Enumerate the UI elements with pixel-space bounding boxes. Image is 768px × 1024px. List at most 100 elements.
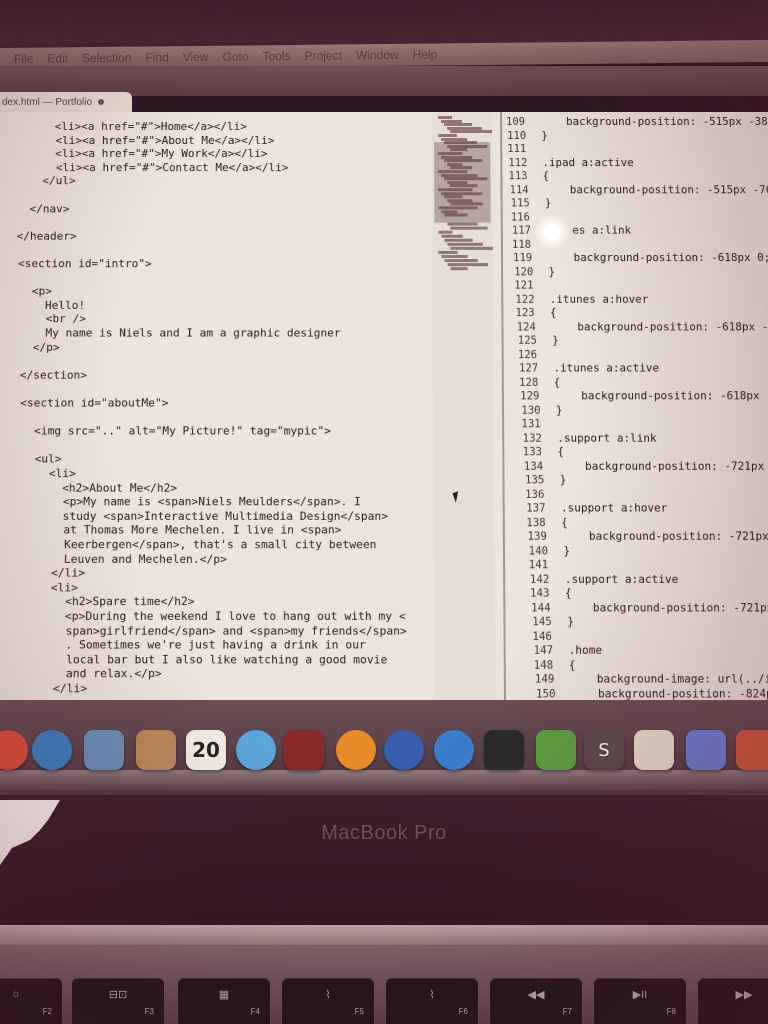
code-line: Keerbergen</span>, that's a small city b… (9, 537, 377, 552)
code-line: Hello! (4, 298, 86, 312)
ibooks-icon[interactable] (336, 730, 376, 770)
minimap-line (447, 126, 483, 130)
photo-booth-icon[interactable] (284, 730, 324, 770)
css-line: .itunes a:hover (549, 292, 649, 306)
screen-bezel (0, 795, 768, 925)
itunes-icon[interactable] (384, 730, 424, 770)
textedit-icon[interactable] (634, 730, 674, 770)
line-number: 123 (515, 306, 535, 320)
menu-item-project[interactable]: Project (305, 48, 342, 62)
menu-item-tools[interactable]: Tools (263, 49, 291, 63)
minimap-line (447, 242, 483, 246)
instruments-icon[interactable] (484, 730, 524, 770)
key-glyph-icon: ⊟⊡ (108, 989, 128, 1001)
css-line: .ipad a:active (542, 155, 634, 169)
line-number: 136 (525, 488, 545, 501)
css-line: { (542, 169, 550, 183)
evernote-icon[interactable] (536, 730, 576, 770)
key-label: F6 (458, 1007, 468, 1016)
css-line: { (561, 515, 568, 529)
code-line: Leuven and Mechelen.</p> (9, 551, 227, 566)
code-line: </header> (3, 229, 77, 243)
minimap-line (450, 267, 468, 271)
safari-icon[interactable] (32, 730, 72, 770)
code-line: </li> (10, 566, 86, 580)
code-line: <p>My name is <span>Niels Meulders</span… (8, 495, 361, 509)
key-label: F5 (354, 1007, 364, 1016)
line-number: 121 (514, 279, 534, 292)
menu-item-goto[interactable]: Goto (223, 49, 249, 63)
minimap-line (444, 123, 473, 127)
line-number: 126 (517, 348, 538, 361)
minimap-viewport[interactable] (434, 142, 491, 223)
line-number: 116 (510, 210, 530, 224)
minimap-line (441, 119, 463, 123)
sublime-text-icon[interactable]: S (584, 730, 624, 770)
line-number: 148 (533, 658, 554, 672)
menu-item-window[interactable]: Window (356, 48, 399, 62)
menu-item-view[interactable]: View (183, 50, 209, 64)
code-line: at Thomas More Mechelen. I live in <span… (8, 523, 342, 538)
line-number: 150 (535, 687, 556, 701)
editor-tab-label: dex.html — Portfolio (2, 97, 93, 108)
mail-stamp-icon[interactable] (84, 730, 124, 770)
line-number: 147 (533, 644, 554, 658)
menu-item-help[interactable]: Help (413, 47, 438, 61)
contacts-icon[interactable] (136, 730, 176, 770)
photo-scene: File Edit Selection Find View Goto Tools Projec… (0, 0, 768, 1024)
code-editor: <li><a href="#">Home</a></li> <li><a hre… (0, 112, 768, 720)
css-pane[interactable]: 109 110 111 112 113 114 115 116 117 118 119 120 121 1… (502, 112, 768, 720)
app-store-icon[interactable] (434, 730, 474, 770)
css-line: background-image: url(../im (569, 671, 768, 686)
minimap[interactable] (432, 112, 496, 720)
css-line: background-position: -618px -3 (550, 319, 768, 334)
line-number: 133 (522, 445, 543, 459)
line-number: 120 (514, 265, 534, 278)
code-line: <p>During the weekend I love to hang out… (10, 609, 406, 624)
numbers-icon[interactable] (736, 730, 768, 770)
code-line: <li> (8, 466, 77, 481)
key-glyph-icon: ◀◀ (527, 989, 545, 1001)
messages-icon[interactable] (236, 730, 276, 770)
function-key-f2[interactable]: ☼ F2 (0, 978, 62, 1024)
code-line: <li><a href="#">My Work</a></li> (1, 147, 268, 161)
key-glyph-icon: ⌇ (429, 989, 435, 1001)
minimap-line (438, 133, 458, 138)
line-number: 124 (516, 320, 536, 334)
code-line: </ul> (2, 174, 76, 188)
code-line: <li><a href="#">Home</a></li> (1, 119, 247, 133)
menu-item-selection[interactable]: Selection (82, 51, 131, 66)
css-line: } (541, 128, 548, 142)
minimap-line (441, 137, 468, 141)
line-number: 141 (528, 558, 549, 572)
calendar-icon[interactable]: 20 (186, 730, 226, 770)
css-line: background-position: -721px ( (558, 458, 768, 473)
html-pane[interactable]: <li><a href="#">Home</a></li> <li><a hre… (0, 112, 434, 720)
function-key-f4[interactable]: ▦ F4 (178, 978, 270, 1024)
function-key-f7[interactable]: ◀◀ F7 (490, 978, 582, 1024)
menu-item-edit[interactable]: Edit (47, 51, 68, 65)
menu-item-find[interactable]: Find (145, 50, 168, 64)
menu-item-file[interactable]: File (14, 52, 33, 66)
function-key-f6[interactable]: ⌇ F6 (386, 978, 478, 1024)
brand-label: MacBook Pro (321, 822, 447, 844)
css-line: } (555, 402, 563, 417)
minimap-line (438, 115, 453, 119)
key-label: F4 (250, 1007, 260, 1016)
code-line: local bar but I also like watching a goo… (11, 652, 388, 667)
css-line: .home (568, 643, 603, 658)
code-line: <section id="aboutMe"> (6, 396, 169, 410)
css-line: { (549, 305, 557, 320)
css-line: } (548, 264, 556, 278)
sublime-text-label: S (598, 739, 610, 761)
editor-tab[interactable]: dex.html — Portfolio (0, 92, 132, 114)
css-line: background-position: -515px -38p (540, 114, 768, 128)
function-key-f9[interactable]: ▶▶ (698, 978, 768, 1024)
function-key-f8[interactable]: ▶II F8 (594, 978, 686, 1024)
light-glare (535, 215, 569, 249)
function-key-f3[interactable]: ⊟⊡ F3 (72, 978, 164, 1024)
keynote-icon[interactable] (686, 730, 726, 770)
function-key-f5[interactable]: ⌇ F5 (282, 978, 374, 1024)
css-line: background-position: -618px - (554, 389, 768, 403)
css-line: } (552, 333, 559, 347)
